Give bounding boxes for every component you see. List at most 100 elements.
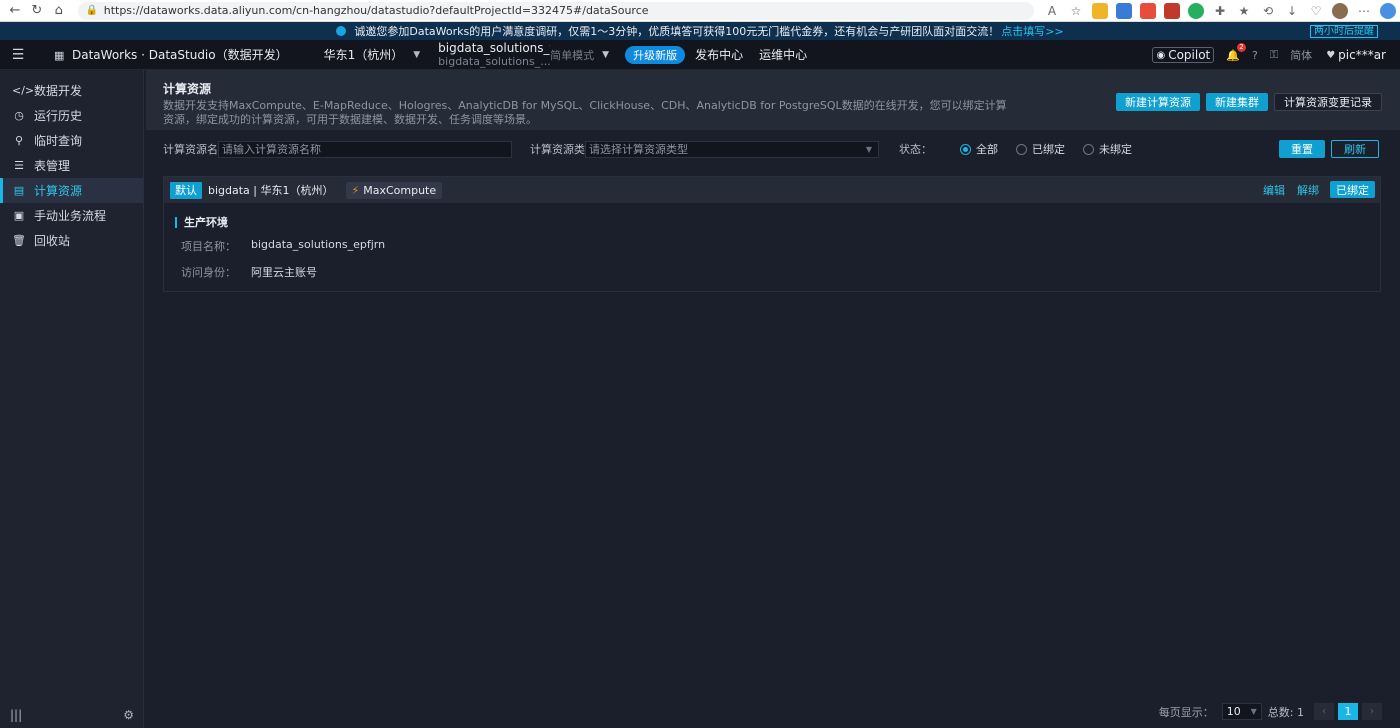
user-menu[interactable]: ♥ pic***ar [1326,48,1386,62]
page-number-current[interactable]: 1 [1338,703,1358,720]
resource-type-placeholder: 请选择计算资源类型 [589,143,688,156]
copilot-button[interactable]: ◉ Copilot [1152,47,1215,63]
field-key: 访问身份： [181,266,236,279]
chevron-down-icon: ▼ [1250,707,1257,716]
puzzle-icon[interactable]: ✚ [1212,4,1228,18]
address-bar[interactable]: 🔒 https://dataworks.data.aliyun.com/cn-h… [77,1,1034,20]
key-icon[interactable]: ⚿ [1270,48,1278,62]
new-cluster-button[interactable]: 新建集群 [1206,93,1268,111]
sidebar-item-table-mgmt[interactable]: ☰ 表管理 [0,153,143,178]
new-compute-resource-button[interactable]: 新建计算资源 [1116,93,1200,111]
resource-card-actions: 编辑 解绑 已绑定 [1251,181,1375,198]
search-icon: ⚲ [14,134,24,147]
extension-icon-1[interactable] [1091,2,1108,19]
upgrade-button[interactable]: 升级新版 [625,45,686,64]
more-icon[interactable]: ⋯ [1356,4,1372,18]
sidebar-item-label: 运行历史 [34,109,83,123]
brand: ▦ DataWorks · DataStudio（数据开发） [54,46,288,63]
code-icon: </> [12,84,35,97]
nav-release-center[interactable]: 发布中心 [695,46,743,63]
download-icon[interactable]: ↓ [1284,4,1300,18]
status-radio-unbound[interactable]: 未绑定 [1083,141,1132,157]
sidebar-item-recycle-bin[interactable]: 🗑 回收站 [0,228,143,253]
profile-avatar[interactable] [1331,2,1348,19]
mode-selector[interactable]: 简单模式 ▼ [550,47,609,63]
resource-type-select[interactable]: 请选择计算资源类型 ▼ [585,140,879,158]
bell-icon[interactable]: 🔔 2 [1226,42,1246,62]
user-shield-icon: ♥ [1326,49,1336,61]
favorite-star-icon[interactable]: ☆ [1068,4,1084,18]
type-filter-label: 计算资源类 [530,143,585,156]
maxcompute-icon: ⚡ [351,183,360,197]
status-filter-label: 状态： [899,143,932,156]
reset-button[interactable]: 重置 [1279,140,1325,158]
unbind-link[interactable]: 解绑 [1297,182,1319,198]
sidebar-item-run-history[interactable]: ◷ 运行历史 [0,103,143,128]
resource-card-header: 默认 bigdata | 华东1（杭州） ⚡ MaxCompute 编辑 解绑 … [164,177,1380,203]
gear-icon[interactable]: ⚙ [123,708,134,722]
nav-ops-center[interactable]: 运维中心 [759,46,807,63]
page-header: 计算资源 数据开发支持MaxCompute、E-MapReduce、Hologr… [146,70,1400,130]
page-title: 计算资源 [163,82,212,96]
field-value: bigdata_solutions_epfjrn [251,238,386,251]
favorites-icon[interactable]: ★ [1236,4,1252,18]
engine-tag: ⚡ MaxCompute [345,181,443,199]
extension-icon-2[interactable] [1115,2,1132,19]
page-size-select[interactable]: 10 ▼ [1221,703,1262,720]
engine-name: MaxCompute [363,183,437,197]
radio-unchecked-icon [1083,143,1094,155]
sidebar-footer: ||| ⚙ [0,708,144,722]
region-selector[interactable]: 华东1（杭州） ▼ [324,46,421,63]
copilot-icon: ◉ [1156,49,1166,61]
status-radio-all[interactable]: 全部 [960,141,998,157]
page-description: 数据开发支持MaxCompute、E-MapReduce、Hologres、An… [163,99,1007,126]
read-aloud-icon[interactable]: A [1044,4,1060,18]
remind-later-button[interactable]: 两小时后提醒 [1310,25,1378,38]
reload-icon[interactable]: ↻ [26,0,48,22]
hamburger-menu-icon[interactable]: ☰ [0,40,36,70]
help-icon[interactable]: ? [1252,49,1258,62]
language-switch[interactable]: 简体 [1290,47,1312,63]
pagination: 每页显示： 10 ▼ 总数: 1 ‹ 1 › [1159,703,1382,720]
extensions-bar: A ☆ ✚ ★ ⟲ ↓ ♡ ⋯ [1040,2,1400,19]
sidebar-item-label: 计算资源 [34,184,83,198]
history-icon: ◷ [14,109,24,122]
main-content: 计算资源 数据开发支持MaxCompute、E-MapReduce、Hologr… [146,70,1400,728]
sidebar-item-manual-workflow[interactable]: ▣ 手动业务流程 [0,203,143,228]
history-icon[interactable]: ⟲ [1260,4,1276,18]
user-name: pic***ar [1338,48,1386,62]
radio-checked-icon [960,143,971,155]
status-radio-bound[interactable]: 已绑定 [1016,141,1065,157]
prev-page-icon[interactable]: ‹ [1314,703,1334,720]
default-tag: 默认 [170,181,202,199]
sidebar-item-compute-resources[interactable]: ▤ 计算资源 [0,178,143,203]
total-count: 总数: 1 [1267,705,1304,719]
extension-icon-4[interactable] [1163,2,1180,19]
heart-icon[interactable]: ♡ [1308,4,1324,18]
extension-icon-5[interactable] [1187,2,1204,19]
app-header: ☰ ▦ DataWorks · DataStudio（数据开发） 华东1（杭州）… [0,40,1400,70]
copilot-browser-icon[interactable] [1379,2,1396,19]
url-text: https://dataworks.data.aliyun.com/cn-han… [103,4,649,17]
sidebar: </> 数据开发 ◷ 运行历史 ⚲ 临时查询 ☰ 表管理 ▤ 计算资源 ▣ 手动… [0,70,144,728]
radio-unchecked-icon [1016,143,1027,155]
project-selector[interactable]: bigdata_solutions_to bigdata_solutions_.… [438,42,550,68]
field-value: 阿里云主账号 [251,266,317,279]
database-icon: ▤ [13,184,25,197]
change-log-button[interactable]: 计算资源变更记录 [1274,93,1382,111]
announcement-link[interactable]: 点击填写>> [1001,23,1063,39]
radio-label: 已绑定 [1032,143,1065,156]
sidebar-item-data-dev[interactable]: </> 数据开发 [0,78,143,103]
announcement-bar: 诚邀您参加DataWorks的用户满意度调研，仅需1～3分钟，优质填答可获得10… [0,22,1400,40]
name-filter-label: 计算资源名 [163,143,218,156]
edit-link[interactable]: 编辑 [1263,182,1285,198]
sidebar-item-adhoc-query[interactable]: ⚲ 临时查询 [0,128,143,153]
extension-icon-3[interactable] [1139,2,1156,19]
refresh-button[interactable]: 刷新 [1331,140,1379,158]
back-icon[interactable]: ← [4,0,26,22]
next-page-icon[interactable]: › [1362,703,1382,720]
collapse-sidebar-icon[interactable]: ||| [10,708,22,722]
home-icon[interactable]: ⌂ [48,0,70,22]
resource-name-input[interactable]: 请输入计算资源名称 [218,140,512,158]
bound-status-button[interactable]: 已绑定 [1330,181,1375,198]
